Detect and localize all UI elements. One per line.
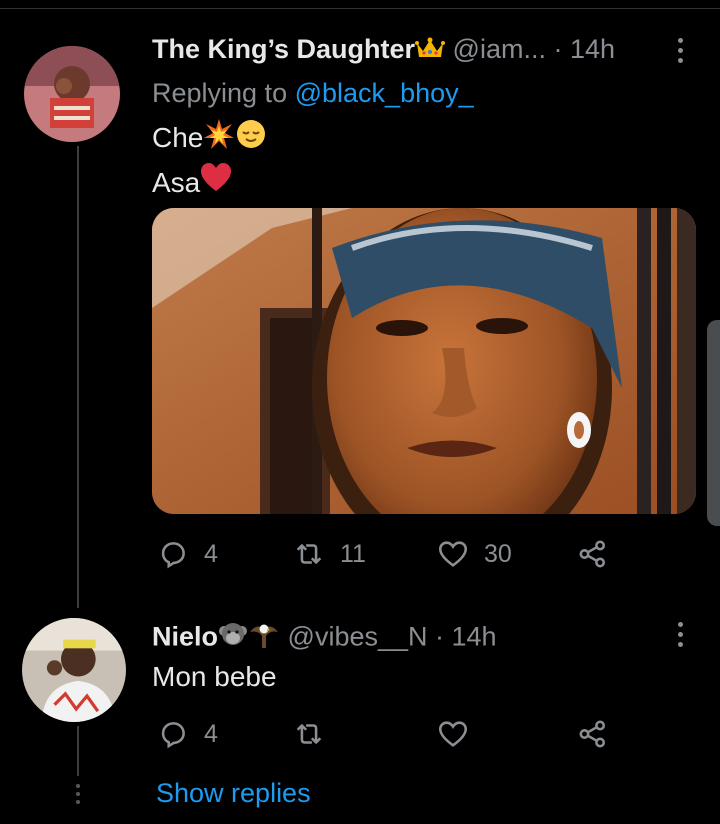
show-replies-link[interactable]: Show replies (156, 778, 311, 809)
reply-icon (161, 542, 185, 569)
crown-icon (415, 35, 446, 66)
timestamp[interactable]: · 14h (553, 34, 615, 64)
eagle-icon (248, 620, 280, 657)
thread-line (77, 146, 79, 608)
retweet-count: 11 (340, 539, 366, 568)
handle[interactable]: @iam... (453, 34, 546, 64)
reply-count: 4 (204, 539, 218, 568)
replying-to-link[interactable]: @black_bhoy_ (295, 78, 474, 108)
like-icon (438, 541, 468, 567)
tweet-actions: 4 11 30 (152, 534, 652, 574)
retweet-button[interactable] (292, 714, 340, 754)
thread-line (77, 726, 79, 776)
display-name[interactable]: Nielo (152, 622, 218, 652)
reply-count: 4 (204, 719, 218, 748)
monkey-icon (218, 621, 248, 656)
retweet-icon (296, 544, 322, 564)
replying-to: Replying to @black_bhoy_ (152, 78, 474, 109)
tweet-2[interactable]: Nielo @vibes__N · 14h Mon bebe 4 (0, 600, 720, 824)
share-icon (579, 540, 606, 568)
collision-icon (203, 118, 235, 162)
avatar[interactable] (24, 46, 120, 142)
scrollbar-handle[interactable] (707, 320, 720, 526)
avatar[interactable] (22, 618, 126, 722)
tweet-1[interactable]: The King’s Daughter @iam... · 14h Replyi… (0, 0, 720, 608)
retweet-button[interactable]: 11 (292, 534, 366, 574)
tweet-header: Nielo @vibes__N · 14h (152, 620, 497, 657)
tweet-header: The King’s Daughter @iam... · 14h (152, 34, 615, 66)
thread-dots (75, 784, 81, 808)
share-button[interactable] (576, 714, 610, 754)
timestamp[interactable]: · 14h (435, 622, 497, 652)
tweet-text-line-1: Che (152, 122, 204, 153)
more-icon[interactable] (670, 622, 690, 652)
tweet-text: Mon bebe (152, 656, 277, 698)
like-icon (438, 721, 468, 747)
tweet-text: Che Asa (152, 117, 267, 205)
share-button[interactable] (576, 534, 610, 574)
reply-button[interactable]: 4 (156, 534, 218, 574)
handle[interactable]: @vibes__N (288, 622, 428, 652)
retweet-icon (296, 724, 322, 744)
share-icon (579, 720, 606, 748)
red-heart-icon (200, 163, 232, 205)
tweet-text-line-2: Asa (152, 166, 201, 198)
reply-icon (161, 722, 185, 749)
replying-to-label: Replying to (152, 78, 288, 108)
like-count: 30 (484, 539, 512, 568)
tweet-actions: 4 (152, 714, 652, 754)
reply-button[interactable]: 4 (156, 714, 218, 754)
display-name[interactable]: The King’s Daughter (152, 34, 415, 64)
like-button[interactable]: 30 (436, 534, 512, 574)
like-button[interactable] (436, 714, 484, 754)
more-icon[interactable] (670, 38, 690, 68)
tweet-photo[interactable] (152, 208, 696, 514)
relieved-face-icon (235, 118, 267, 162)
tweet-text-line-1: Mon bebe (152, 661, 277, 692)
